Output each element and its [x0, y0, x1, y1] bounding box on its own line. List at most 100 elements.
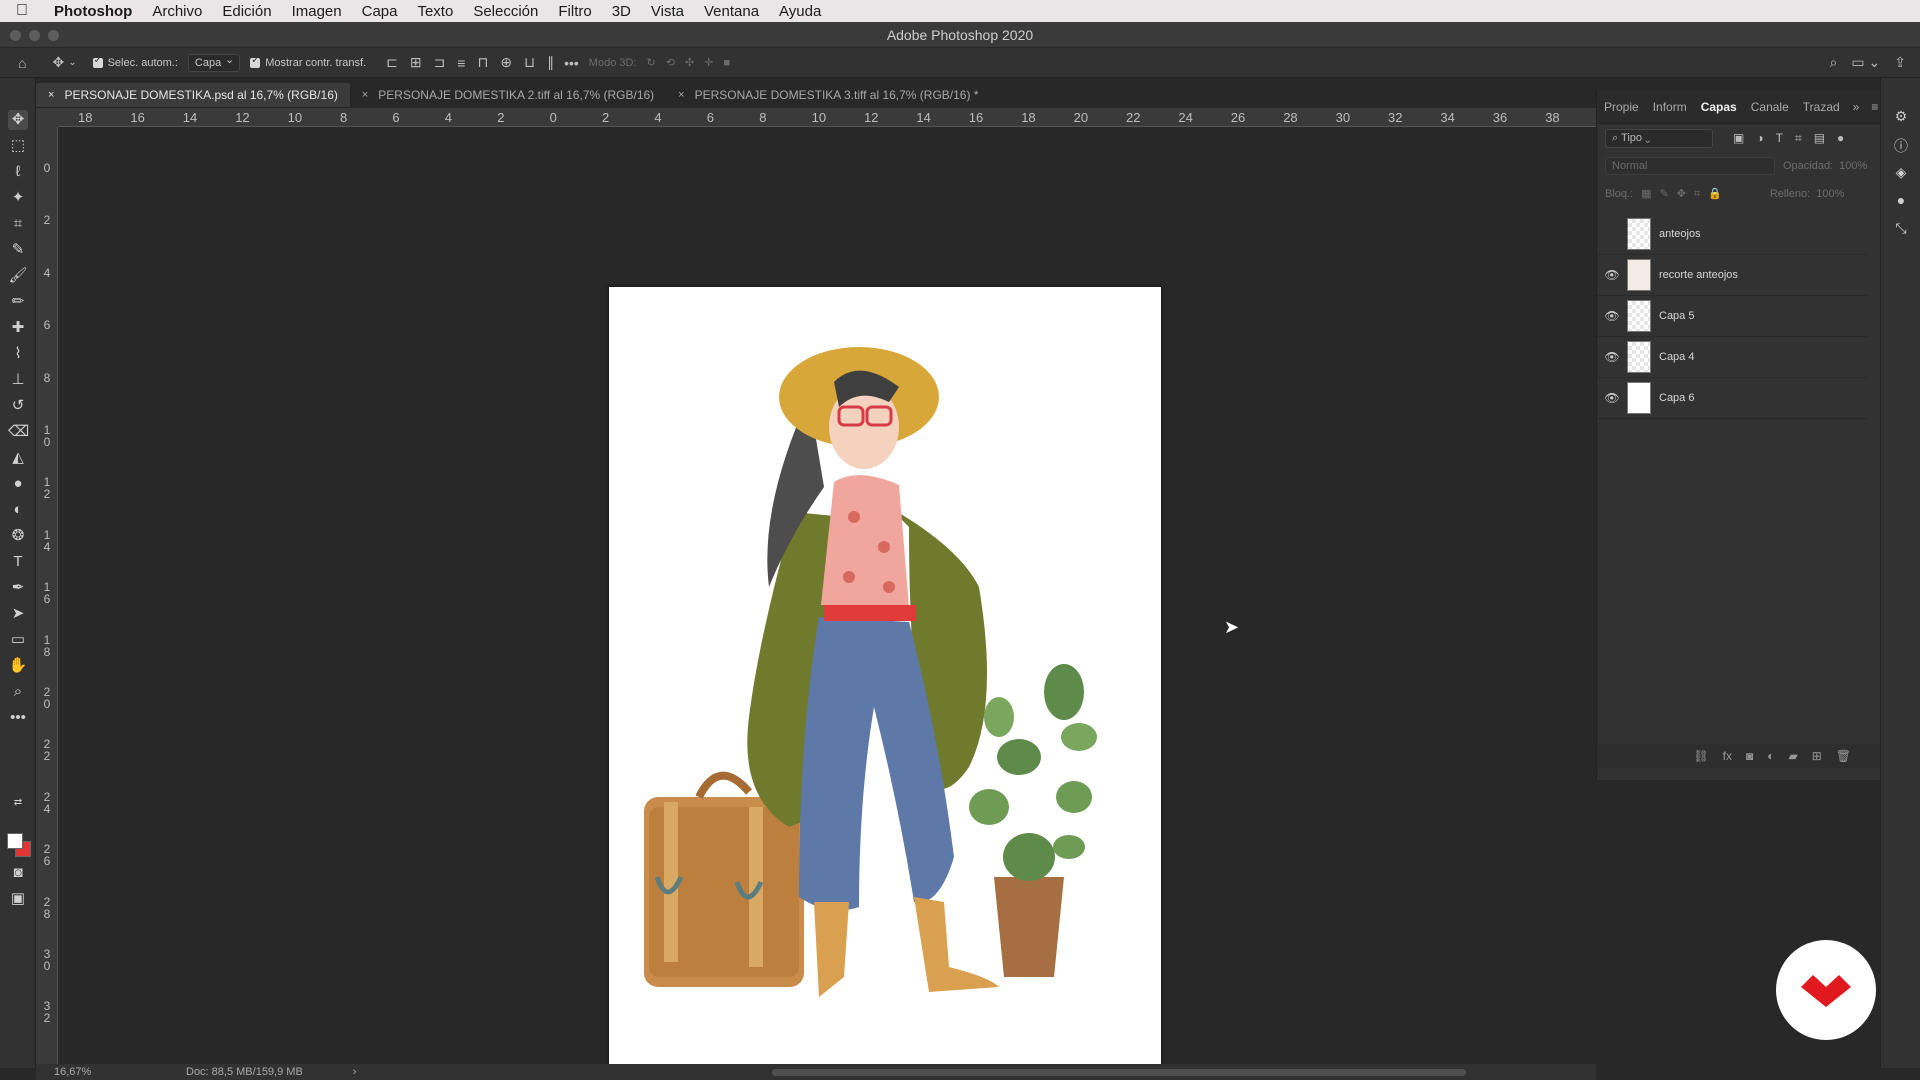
filter-shape-icon[interactable]: ⌗	[1795, 131, 1802, 146]
layer-row-recorte-anteojos[interactable]: 👁 recorte anteojos	[1597, 255, 1867, 296]
edit-toolbar-icon[interactable]: •••	[8, 708, 28, 728]
zoom-window-button[interactable]	[48, 30, 59, 41]
marquee-tool-icon[interactable]: ⬚	[8, 136, 28, 156]
visibility-toggle-icon[interactable]: 👁	[1597, 391, 1627, 405]
healing-tool-icon[interactable]: ✚	[8, 318, 28, 338]
visibility-toggle-icon[interactable]: 👁	[1597, 309, 1627, 323]
filter-pixel-icon[interactable]: ▣	[1733, 131, 1744, 146]
menu-seleccion[interactable]: Selección	[463, 3, 548, 20]
zoom-tool-icon[interactable]: ⌕	[8, 682, 28, 702]
close-tab-icon[interactable]: ×	[678, 89, 684, 101]
blur-tool-icon[interactable]: ●	[8, 474, 28, 494]
layer-row-capa-6[interactable]: 👁 Capa 6	[1597, 378, 1867, 419]
move-tool-icon[interactable]: ✥	[8, 110, 28, 130]
eyedropper-tool-icon[interactable]: ✎	[8, 240, 28, 260]
tab-personaje-domestika[interactable]: × PERSONAJE DOMESTIKA.psd al 16,7% (RGB/…	[36, 83, 350, 107]
move-tool-preset-icon[interactable]: ✥ ⌄	[52, 54, 76, 71]
align-right-icon[interactable]: ⊐	[434, 54, 446, 71]
menu-texto[interactable]: Texto	[407, 3, 463, 20]
visibility-toggle-icon[interactable]: 👁	[1597, 268, 1627, 282]
pencil-tool-icon[interactable]: ✏	[8, 292, 28, 312]
tab-capas[interactable]: Capas	[1694, 100, 1744, 114]
document-canvas[interactable]	[609, 287, 1161, 1067]
zoom-level[interactable]: 16,67%	[54, 1066, 134, 1078]
dodge-tool-icon[interactable]: ◐	[8, 500, 28, 520]
align-middle-icon[interactable]: ⊕	[500, 54, 512, 71]
new-group-icon[interactable]: ▰	[1788, 749, 1797, 763]
show-transform-checkbox[interactable]	[250, 55, 261, 68]
minimize-window-button[interactable]	[29, 30, 40, 41]
swap-colors-icon[interactable]: ⇄	[8, 793, 28, 813]
add-mask-icon[interactable]: ◙	[1746, 749, 1753, 763]
close-tab-icon[interactable]: ×	[48, 89, 54, 101]
apple-icon[interactable]: 	[0, 2, 44, 20]
align-top-icon[interactable]: ⊓	[477, 54, 488, 71]
eraser-tool-icon[interactable]: ⌫	[8, 422, 29, 442]
roll-3d-icon[interactable]: ⟲	[666, 56, 675, 69]
layers-panel-icon[interactable]: ◈	[1891, 164, 1911, 184]
layer-row-capa-5[interactable]: 👁 Capa 5	[1597, 296, 1867, 337]
share-icon[interactable]: ⇪	[1894, 54, 1906, 71]
rectangle-tool-icon[interactable]: ▭	[8, 630, 28, 650]
layer-filter-dropdown[interactable]: ⌕ Tipo ⌄	[1605, 128, 1713, 148]
menu-archivo[interactable]: Archivo	[142, 3, 212, 20]
foreground-color-swatch[interactable]	[7, 833, 23, 849]
drag-3d-icon[interactable]: ✣	[685, 56, 694, 69]
filter-toggle-icon[interactable]: ●	[1837, 131, 1844, 146]
type-tool-icon[interactable]: T	[8, 552, 28, 572]
properties-panel-icon[interactable]: ⚙	[1891, 108, 1911, 128]
crop-tool-icon[interactable]: ⌗	[8, 214, 28, 234]
paint-bucket-tool-icon[interactable]: ◭	[8, 448, 28, 468]
tab-personaje-domestika-3[interactable]: × PERSONAJE DOMESTIKA 3.tiff al 16,7% (R…	[666, 83, 990, 107]
more-options-icon[interactable]: •••	[564, 55, 579, 71]
brush-tool-icon[interactable]: 🖌	[8, 266, 28, 286]
lock-icons[interactable]: ▦✎✥⌗🔒	[1641, 187, 1730, 201]
filter-type-icon[interactable]: T	[1776, 131, 1783, 146]
tab-canales[interactable]: Canale	[1744, 100, 1796, 114]
workspace-icon[interactable]: ▭ ⌄	[1851, 54, 1880, 71]
screen-mode-icon[interactable]: ▣	[8, 889, 28, 909]
menu-vista[interactable]: Vista	[641, 3, 694, 20]
menu-imagen[interactable]: Imagen	[282, 3, 352, 20]
quick-mask-icon[interactable]: ◙	[8, 863, 28, 883]
align-bottom-icon[interactable]: ⊔	[524, 54, 535, 71]
search-icon[interactable]: ⌕	[1830, 54, 1838, 71]
path-select-tool-icon[interactable]: ➤	[8, 604, 28, 624]
close-tab-icon[interactable]: ×	[362, 89, 368, 101]
close-window-button[interactable]	[10, 30, 21, 41]
menu-edicion[interactable]: Edición	[212, 3, 281, 20]
status-menu-arrow[interactable]: ›	[353, 1066, 357, 1078]
clone-brush-tool-icon[interactable]: ⌇	[8, 344, 28, 364]
layer-style-icon[interactable]: fx	[1723, 749, 1732, 763]
distribute-vertical-icon[interactable]: ∥	[547, 54, 554, 71]
menu-capa[interactable]: Capa	[352, 3, 408, 20]
menu-3d[interactable]: 3D	[602, 3, 641, 20]
tab-informacion[interactable]: Inform	[1646, 100, 1694, 114]
expand-panels-icon[interactable]: »	[1847, 100, 1866, 114]
paths-panel-icon[interactable]: ⤡	[1891, 220, 1911, 240]
menu-ayuda[interactable]: Ayuda	[769, 3, 831, 20]
visibility-toggle-icon[interactable]: 👁	[1597, 350, 1627, 364]
channels-panel-icon[interactable]: ●	[1891, 192, 1911, 212]
layer-row-capa-4[interactable]: 👁 Capa 4	[1597, 337, 1867, 378]
auto-select-checkbox[interactable]	[92, 55, 103, 68]
filter-adjustment-icon[interactable]: ◑	[1756, 131, 1763, 146]
history-brush-tool-icon[interactable]: ↺	[8, 396, 28, 416]
pen-tool-icon[interactable]: ✒	[8, 578, 28, 598]
canvas-area[interactable]: ➤	[58, 127, 1596, 1067]
filter-smart-object-icon[interactable]: ▤	[1814, 131, 1825, 146]
tab-personaje-domestika-2[interactable]: × PERSONAJE DOMESTIKA 2.tiff al 16,7% (R…	[350, 83, 666, 107]
horizontal-ruler[interactable]: 18 16 14 12 10 8 6 4 2 0 2 4 6 8 10 12 14 16 18 20 22 24 26 28 3…	[58, 108, 1596, 127]
stamp-tool-icon[interactable]: ⊥	[8, 370, 28, 390]
magic-wand-tool-icon[interactable]: ✦	[8, 188, 28, 208]
tab-trazados[interactable]: Trazad	[1796, 100, 1847, 114]
delete-layer-icon[interactable]: 🗑	[1836, 749, 1851, 763]
hand-tool-icon[interactable]: ✋	[8, 656, 28, 676]
menu-filtro[interactable]: Filtro	[548, 3, 601, 20]
camera-3d-icon[interactable]: ■	[723, 57, 730, 69]
info-panel-icon[interactable]: ⓘ	[1891, 136, 1911, 156]
menu-app[interactable]: Photoshop	[44, 3, 142, 20]
fill-value[interactable]: 100%	[1816, 188, 1844, 200]
sponge-tool-icon[interactable]: ❂	[8, 526, 28, 546]
vertical-ruler[interactable]: 0 2 4 6 8 10 12 14 16 18 20 22 24 26 28 30 32	[36, 127, 58, 1065]
